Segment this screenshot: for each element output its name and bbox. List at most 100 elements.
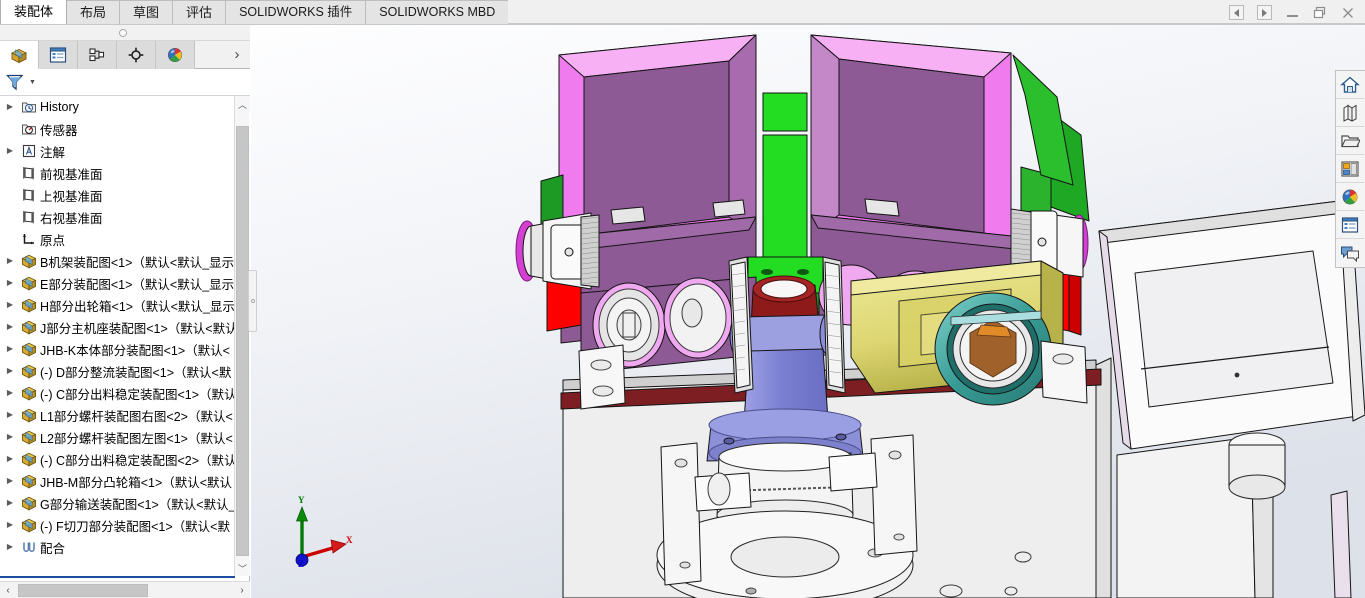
custom-properties-button[interactable] [1336, 211, 1364, 239]
tree-item[interactable]: ▶ J部分主机座装配图<1>（默认<默认 [0, 316, 236, 338]
tab-assembly[interactable]: 装配体 [0, 0, 68, 24]
minimize-button[interactable] [1279, 2, 1305, 24]
tree-arrow-placeholder: ▶ [2, 162, 18, 184]
folder-icon [1341, 134, 1360, 147]
tree-item[interactable]: ▶ 上视基准面 [0, 184, 236, 206]
tree-item[interactable]: ▶ (-) F切刀部分装配图<1>（默认<默 [0, 514, 236, 536]
auto-hide-pin-icon[interactable] [119, 29, 127, 37]
configuration-manager-tab[interactable] [78, 41, 117, 69]
panel-splitter-handle[interactable] [248, 270, 257, 332]
tree-expand-arrow-icon[interactable]: ▶ [2, 426, 18, 448]
tree-item[interactable]: ▶ E部分装配图<1>（默认<默认_显示 [0, 272, 236, 294]
edit-appearance-button[interactable] [861, 25, 885, 28]
view-settings-button[interactable] [927, 25, 951, 28]
tree-item[interactable]: ▶ L1部分螺杆装配图右图<2>（默认< [0, 404, 236, 426]
apply-scene-button[interactable] [888, 25, 912, 28]
tree-expand-arrow-icon[interactable]: ▶ [2, 338, 18, 360]
tab-solidworks-mbd[interactable]: SOLIDWORKS MBD [365, 0, 510, 24]
tree-item[interactable]: ▶ (-) C部分出料稳定装配图<1>（默认 [0, 382, 236, 404]
ribbon-tab-bar: 装配体 布局 草图 评估 SOLIDWORKS 插件 SOLIDWORKS MB… [0, 0, 1365, 25]
tree-item-label: 注解 [40, 145, 66, 160]
tree-item-label: 前视基准面 [40, 167, 103, 182]
tree-expand-arrow-icon[interactable]: ▶ [2, 492, 18, 514]
scroll-up-arrow-icon[interactable]: ︿ [235, 96, 250, 112]
tree-item[interactable]: ▶ 前视基准面 [0, 162, 236, 184]
close-button[interactable] [1335, 2, 1361, 24]
tree-item[interactable]: ▶ History [0, 96, 236, 118]
tree-item[interactable]: ▶ (-) C部分出料稳定装配图<2>（默认 [0, 448, 236, 470]
coordinate-triad: Y X Z [284, 495, 354, 570]
design-library-button[interactable] [1336, 99, 1364, 127]
tab-solidworks-addins[interactable]: SOLIDWORKS 插件 [225, 0, 367, 24]
zoom-to-fit-button[interactable] [636, 25, 660, 28]
tree-item[interactable]: ▶ JHB-K本体部分装配图<1>（默认< [0, 338, 236, 360]
tree-item-label: B机架装配图<1>（默认<默认_显示 [40, 255, 235, 270]
display-style-icon [785, 25, 805, 26]
tab-sketch[interactable]: 草图 [119, 0, 174, 24]
tree-item[interactable]: ▶ 注解 [0, 140, 236, 162]
tree-expand-arrow-icon[interactable]: ▶ [2, 536, 18, 558]
speedpak-flyout-button[interactable] [1336, 239, 1364, 267]
sensor-icon [18, 121, 40, 137]
section-view-button[interactable] [717, 25, 741, 28]
tree-expand-arrow-icon[interactable]: ▶ [2, 360, 18, 382]
tree-expand-arrow-icon[interactable]: ▶ [2, 448, 18, 470]
tree-expand-arrow-icon[interactable]: ▶ [2, 272, 18, 294]
file-explorer-button[interactable] [1336, 127, 1364, 155]
tree-item[interactable]: ▶ 传感器 [0, 118, 236, 140]
tree-item[interactable]: ▶ 右视基准面 [0, 206, 236, 228]
filter-dropdown-caret-icon[interactable]: ▼ [29, 79, 36, 86]
tree-expand-arrow-icon[interactable]: ▶ [2, 470, 18, 492]
horizontal-scrollbar-thumb[interactable] [18, 583, 148, 597]
tree-item[interactable]: ▶ L2部分螺杆装配图左图<1>（默认< [0, 426, 236, 448]
tree-expand-arrow-icon[interactable]: ▶ [2, 250, 18, 272]
solidworks-resources-button[interactable] [1336, 71, 1364, 99]
hide-show-items-button[interactable] [822, 25, 846, 28]
expand-right-panel-button[interactable] [1251, 2, 1277, 24]
tree-expand-arrow-icon[interactable]: ▶ [2, 316, 18, 338]
tree-expand-arrow-icon[interactable]: ▶ [2, 382, 18, 404]
tree-item[interactable]: ▶ (-) D部分整流装配图<1>（默认<默 [0, 360, 236, 382]
tree-expand-arrow-icon[interactable]: ▶ [2, 404, 18, 426]
tab-evaluate[interactable]: 评估 [172, 0, 227, 24]
graphics-viewport[interactable]: ▼ ▼ ▼ [251, 25, 1365, 598]
appearances-scenes-button[interactable] [1336, 183, 1364, 211]
tree-expand-arrow-icon[interactable]: ▶ [2, 96, 18, 118]
tree-item[interactable]: ▶ H部分出轮箱<1>（默认<默认_显示 [0, 294, 236, 316]
assembly-3d-model [251, 25, 1365, 598]
view-orientation-button[interactable] [744, 25, 768, 28]
zoom-to-area-button[interactable] [663, 25, 687, 28]
previous-view-button[interactable] [690, 25, 714, 28]
tree-item[interactable]: ▶ G部分输送装配图<1>（默认<默认_ [0, 492, 236, 514]
dimxpert-manager-tab[interactable] [117, 41, 156, 69]
feature-manager-more-tabs-button[interactable]: › [224, 41, 250, 68]
feature-tree-vertical-scrollbar[interactable]: ︿ ﹀ [234, 96, 250, 576]
tree-item[interactable]: ▶ 原点 [0, 228, 236, 250]
property-manager-tab[interactable] [39, 41, 78, 69]
tree-expand-arrow-icon[interactable]: ▶ [2, 294, 18, 316]
scroll-down-arrow-icon[interactable]: ﹀ [235, 560, 250, 576]
restore-button[interactable] [1307, 2, 1333, 24]
feature-manager-filter-bar[interactable]: ▼ [0, 69, 250, 96]
vertical-scrollbar-thumb[interactable] [236, 126, 249, 556]
task-pane-toolbar [1335, 70, 1365, 268]
tree-expand-arrow-icon[interactable]: ▶ [2, 140, 18, 162]
feature-tree-scroll-area[interactable]: ▶ History ▶ 传感器 ▶ 注解 ▶ 前视基准面 ▶ 上视基准面 ▶ 右视基准面 ▶ 原点 ▶ B机架… [0, 96, 250, 576]
scroll-right-arrow-icon[interactable]: › [234, 582, 250, 598]
display-style-button[interactable] [783, 25, 807, 28]
display-manager-tab[interactable] [156, 41, 195, 69]
collapse-left-panel-button[interactable] [1223, 2, 1249, 24]
tree-expand-arrow-icon[interactable]: ▶ [2, 514, 18, 536]
tree-item[interactable]: ▶ JHB-M部分凸轮箱<1>（默认<默认 [0, 470, 236, 492]
feature-tree-horizontal-scrollbar[interactable]: ‹ › [0, 581, 250, 598]
feature-manager-design-tree-tab[interactable] [0, 41, 39, 69]
section-view-icon [719, 25, 739, 26]
view-palette-button[interactable] [1336, 155, 1364, 183]
tab-layout[interactable]: 布局 [66, 0, 121, 24]
view-heads-up-toolbar: ▼ ▼ ▼ [636, 25, 963, 29]
tree-item[interactable]: ▶ 配合 [0, 536, 236, 558]
tree-item[interactable]: ▶ B机架装配图<1>（默认<默认_显示 [0, 250, 236, 272]
feature-manager-tab-strip: › [0, 41, 250, 69]
scroll-left-arrow-icon[interactable]: ‹ [0, 582, 16, 598]
minimize-icon [1286, 15, 1298, 17]
